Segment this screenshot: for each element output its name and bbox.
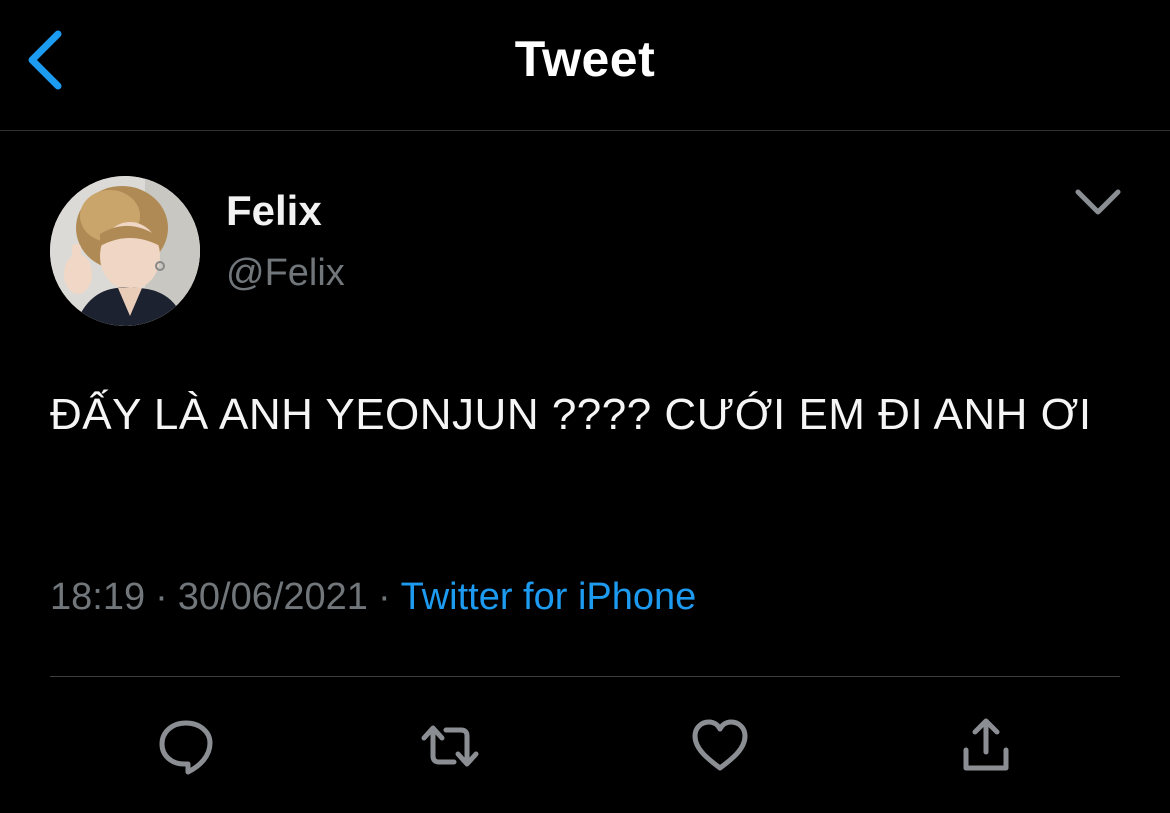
tweet-metadata: 18:19 · 30/06/2021 · Twitter for iPhone bbox=[50, 576, 696, 619]
retweet-button[interactable] bbox=[420, 716, 480, 776]
display-name[interactable]: Felix bbox=[226, 187, 322, 235]
meta-separator: · bbox=[155, 576, 168, 618]
tweet-date: 30/06/2021 bbox=[177, 576, 368, 618]
retweet-icon bbox=[421, 725, 479, 767]
avatar[interactable] bbox=[50, 176, 200, 326]
meta-separator: · bbox=[377, 576, 391, 618]
more-options-button[interactable] bbox=[1070, 182, 1126, 222]
share-icon bbox=[963, 718, 1009, 771]
tweet-source-link[interactable]: Twitter for iPhone bbox=[401, 576, 697, 618]
top-nav-bar: Tweet bbox=[0, 0, 1170, 131]
heart-icon bbox=[692, 719, 748, 771]
divider bbox=[50, 676, 1120, 677]
user-handle[interactable]: @Felix bbox=[226, 252, 345, 295]
user-avatar-image bbox=[50, 176, 200, 326]
reply-button[interactable] bbox=[156, 716, 216, 776]
chevron-down-icon bbox=[1075, 189, 1121, 215]
tweet-time: 18:19 bbox=[50, 576, 146, 618]
share-button[interactable] bbox=[956, 716, 1016, 776]
page-title: Tweet bbox=[514, 31, 656, 87]
reply-icon bbox=[159, 720, 213, 775]
tweet-text: ĐẤY LÀ ANH YEONJUN ???? CƯỚI EM ĐI ANH Ơ… bbox=[50, 390, 1092, 439]
like-button[interactable] bbox=[690, 716, 750, 776]
